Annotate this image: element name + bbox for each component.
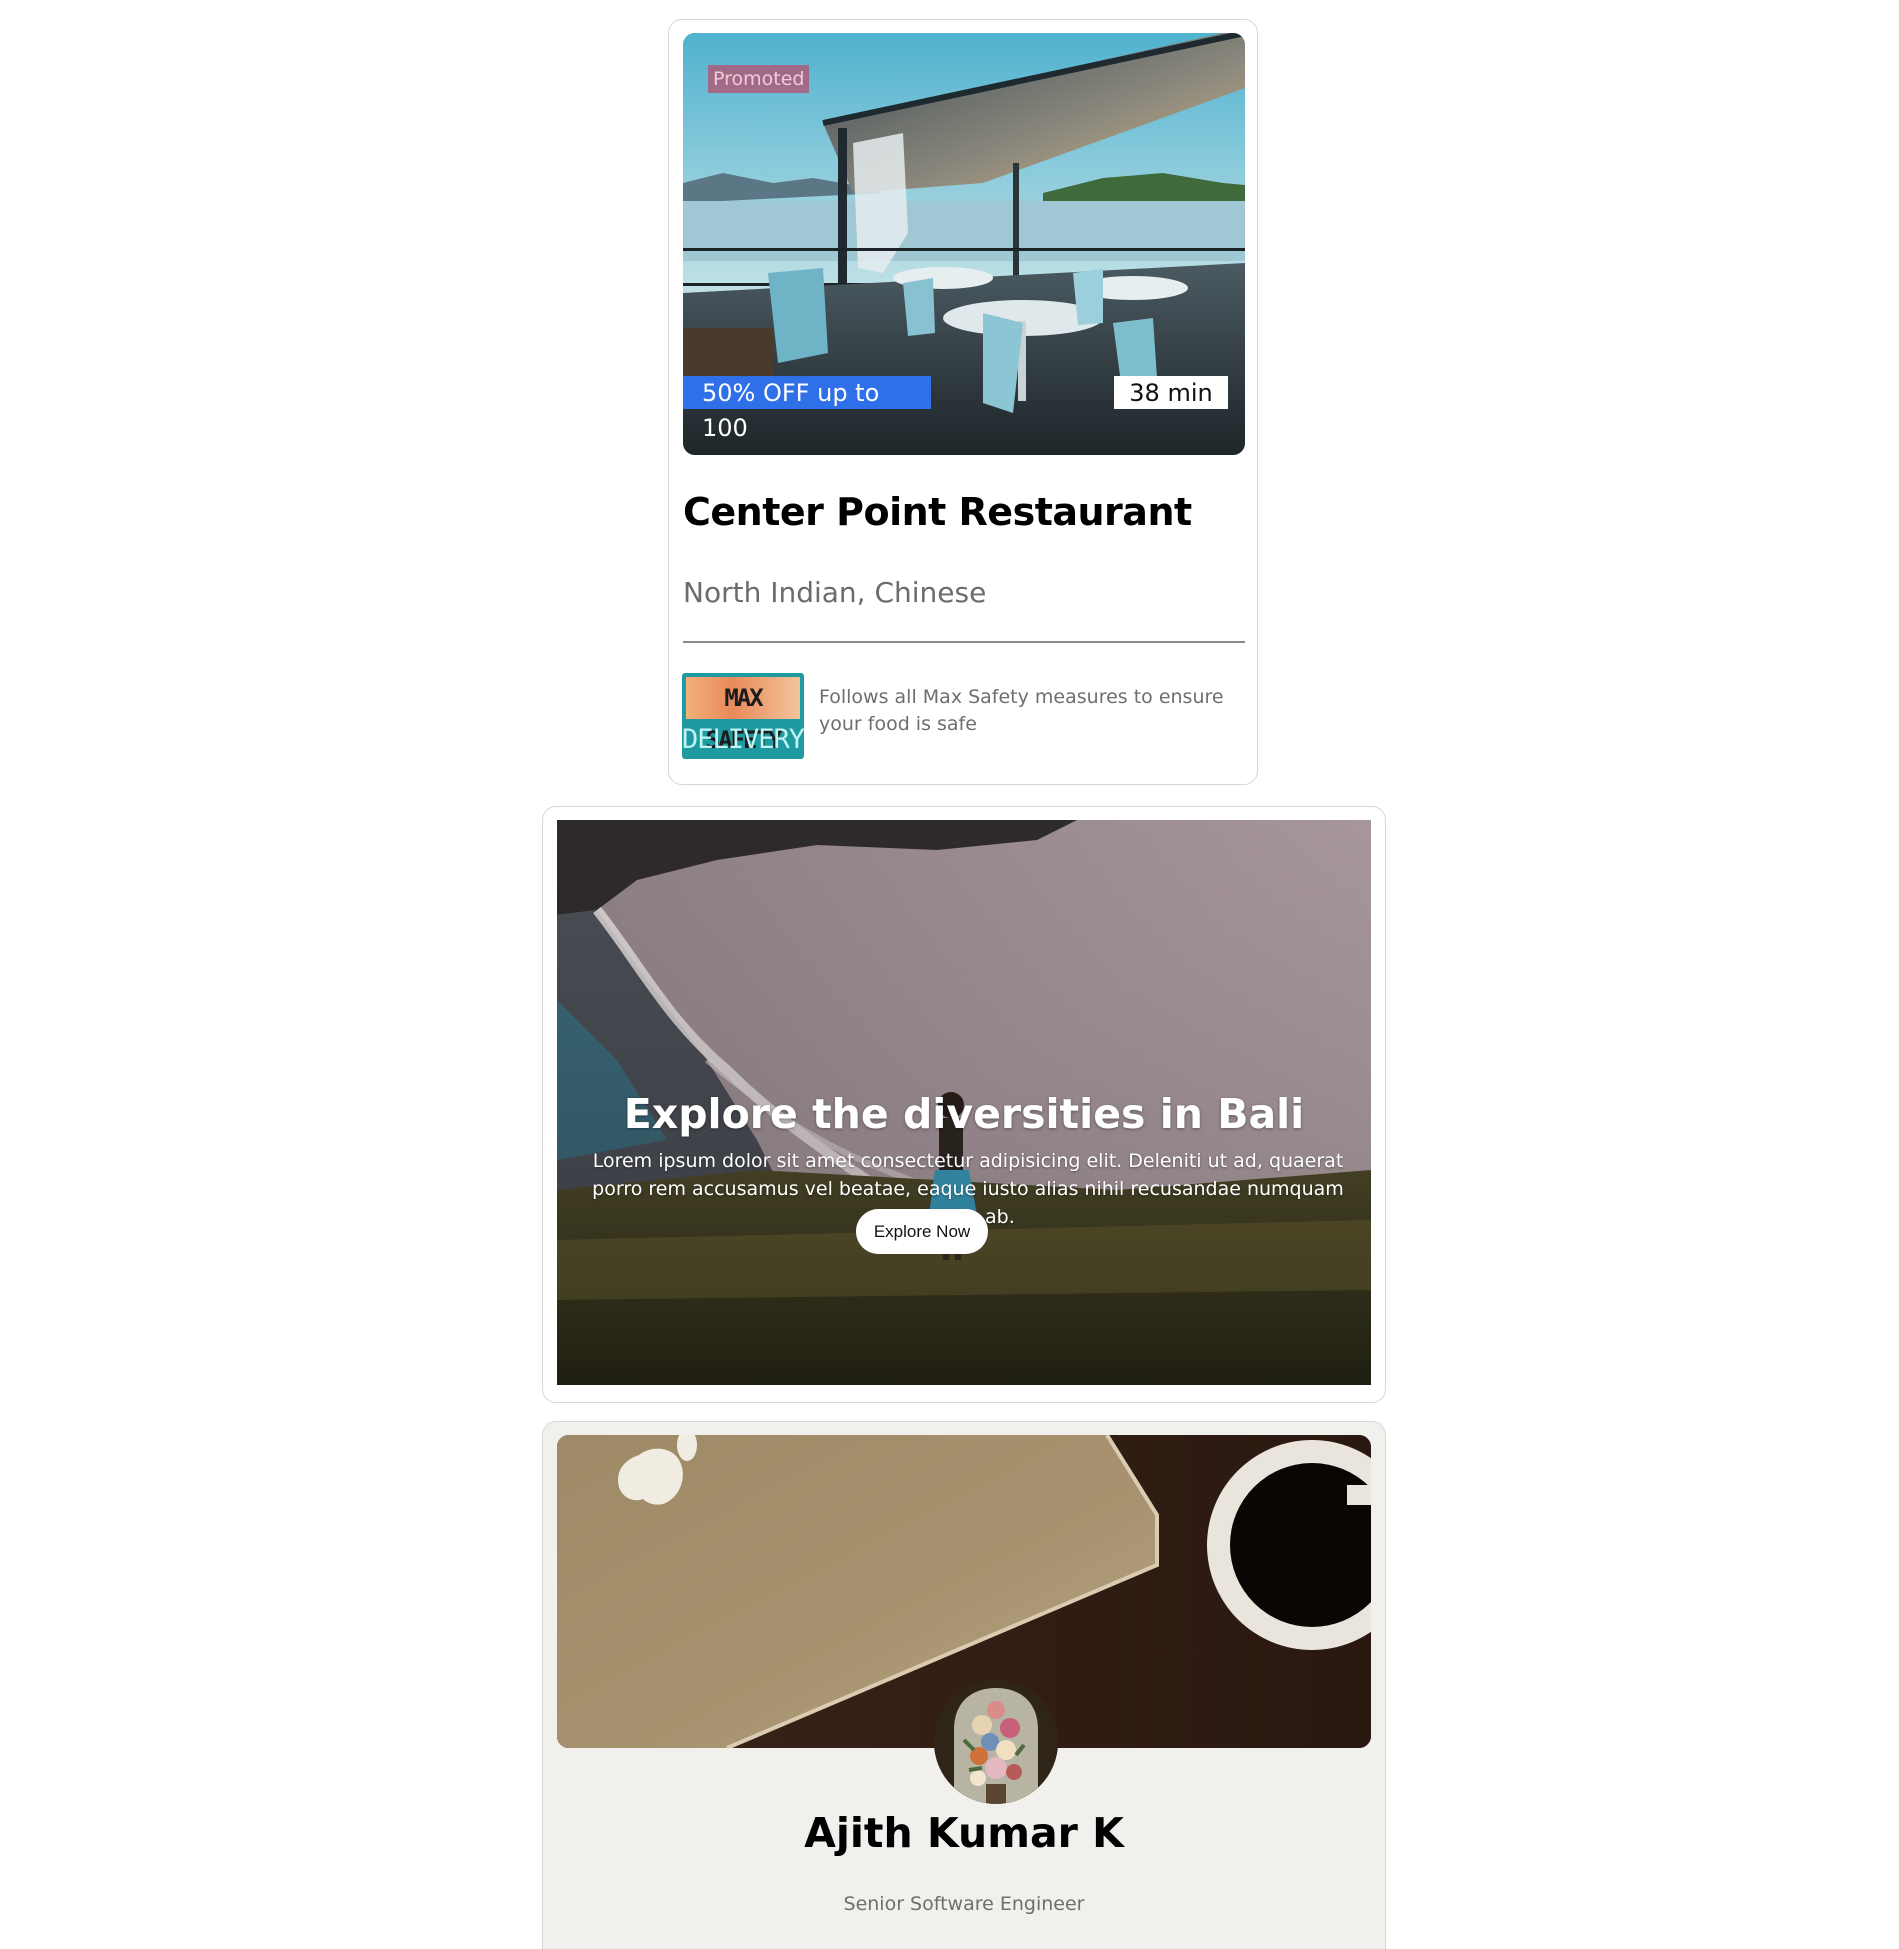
explore-hero: Explore the diversities in Bali Lorem ip…	[557, 820, 1371, 1385]
profile-name: Ajith Kumar K	[804, 1809, 1124, 1857]
safety-badge-line2: DELIVERY	[682, 724, 804, 755]
max-safety-delivery-logo: MAX SAFETY DELIVERY	[682, 673, 804, 759]
promoted-tag: Promoted	[708, 65, 810, 93]
restaurant-cuisine: North Indian, Chinese	[683, 576, 987, 609]
avatar[interactable]	[934, 1680, 1058, 1804]
profile-role: Senior Software Engineer	[843, 1893, 1085, 1915]
restaurant-card[interactable]: Promoted 50% OFF up to 100 38 min Center…	[668, 19, 1258, 785]
delivery-time-badge: 38 min	[1114, 376, 1228, 409]
restaurant-name[interactable]: Center Point Restaurant	[683, 490, 1192, 534]
safety-badge-line1: MAX SAFETY	[686, 677, 800, 754]
discount-badge: 50% OFF up to 100	[683, 376, 931, 442]
safety-note: Follows all Max Safety measures to ensur…	[819, 686, 1224, 735]
profile-card: Ajith Kumar K Senior Software Engineer	[542, 1421, 1386, 1949]
divider	[683, 641, 1245, 643]
explore-title: Explore the diversities in Bali	[623, 1090, 1305, 1138]
flower-painting-avatar	[934, 1680, 1058, 1804]
explore-card: Explore the diversities in Bali Lorem ip…	[542, 806, 1386, 1403]
restaurant-image[interactable]: Promoted 50% OFF up to 100 38 min	[683, 33, 1245, 455]
explore-now-button[interactable]: Explore Now	[856, 1209, 988, 1254]
